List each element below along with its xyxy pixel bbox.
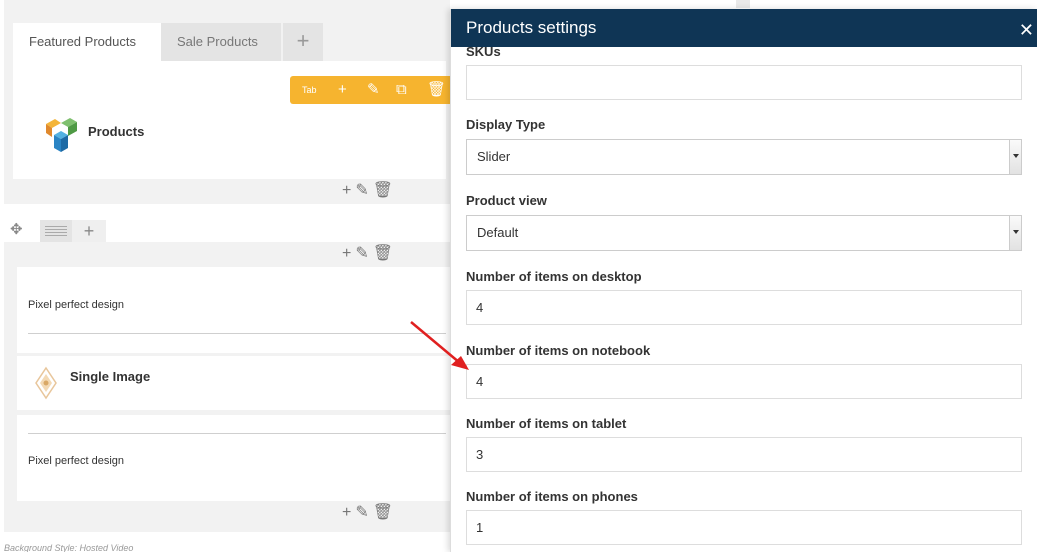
single-image-label: Single Image: [70, 369, 151, 384]
text-block-content: Pixel perfect design: [28, 299, 124, 311]
items-phones-label: Number of items on phones: [466, 489, 638, 504]
product-view-label: Product view: [466, 193, 547, 208]
add-tab-button[interactable]: +: [283, 23, 323, 61]
tab-featured-products[interactable]: Featured Products: [13, 23, 161, 61]
plus-icon[interactable]: +: [338, 76, 347, 104]
items-phones-input[interactable]: 1: [466, 510, 1022, 545]
modal-title: Products settings: [466, 18, 597, 37]
section-controls-bottom: + ✎ 🗑: [342, 502, 397, 522]
trash-icon[interactable]: 🗑: [373, 504, 393, 521]
display-type-value: Slider: [477, 149, 511, 164]
items-tablet-input[interactable]: 3: [466, 437, 1022, 472]
tab-toolbar-label: Tab: [302, 85, 317, 95]
plus-icon[interactable]: +: [342, 245, 351, 262]
product-view-value: Default: [477, 225, 519, 240]
move-icon[interactable]: ✥: [10, 220, 23, 238]
columns-icon[interactable]: [40, 220, 72, 242]
items-tablet-label: Number of items on tablet: [466, 416, 627, 431]
trash-icon[interactable]: 🗑: [427, 76, 446, 104]
items-notebook-input[interactable]: 4: [466, 364, 1022, 399]
display-type-select[interactable]: Slider: [466, 139, 1022, 175]
modal-header: Products settings ✕: [451, 9, 1037, 47]
pencil-icon[interactable]: ✎: [355, 245, 368, 262]
add-row-button[interactable]: +: [72, 220, 106, 242]
trash-icon[interactable]: 🗑: [373, 182, 393, 199]
products-element-label: Products: [88, 124, 145, 139]
skus-input[interactable]: [466, 65, 1022, 100]
divider: [28, 433, 446, 434]
products-settings-modal: Products settings ✕ SKUs Display Type Sl…: [450, 9, 1037, 552]
visual-composer-logo-icon: [46, 118, 77, 152]
pencil-icon[interactable]: ✎: [355, 504, 368, 521]
pencil-icon[interactable]: ✎: [355, 182, 368, 199]
items-desktop-input[interactable]: 4: [466, 290, 1022, 325]
display-type-label: Display Type: [466, 117, 546, 132]
items-desktop-label: Number of items on desktop: [466, 269, 642, 284]
tab-toolbar: Tab + ✎ ⧉ 🗑: [290, 76, 450, 104]
pencil-icon[interactable]: ✎: [367, 76, 380, 104]
element-controls: + ✎ 🗑: [342, 180, 397, 200]
trash-icon[interactable]: 🗑: [373, 245, 393, 262]
tab-sale-products[interactable]: Sale Products: [161, 23, 281, 61]
items-notebook-label: Number of items on notebook: [466, 343, 651, 358]
single-image-icon: [35, 366, 57, 400]
section-controls: + ✎ 🗑: [342, 243, 397, 263]
divider: [28, 333, 446, 334]
product-view-select[interactable]: Default: [466, 215, 1022, 251]
annotation-arrow: [410, 321, 469, 370]
background-style-note: Background Style: Hosted Video: [4, 543, 134, 552]
close-icon[interactable]: ✕: [1019, 9, 1034, 51]
copy-icon[interactable]: ⧉: [396, 76, 407, 104]
plus-icon[interactable]: +: [342, 182, 351, 199]
plus-icon[interactable]: +: [342, 504, 351, 521]
text-block-content: Pixel perfect design: [28, 455, 124, 467]
chevron-down-icon: [1009, 216, 1021, 250]
skus-label: SKUs: [466, 44, 501, 59]
chevron-down-icon: [1009, 140, 1021, 174]
scrollbar-stub: [736, 0, 750, 8]
